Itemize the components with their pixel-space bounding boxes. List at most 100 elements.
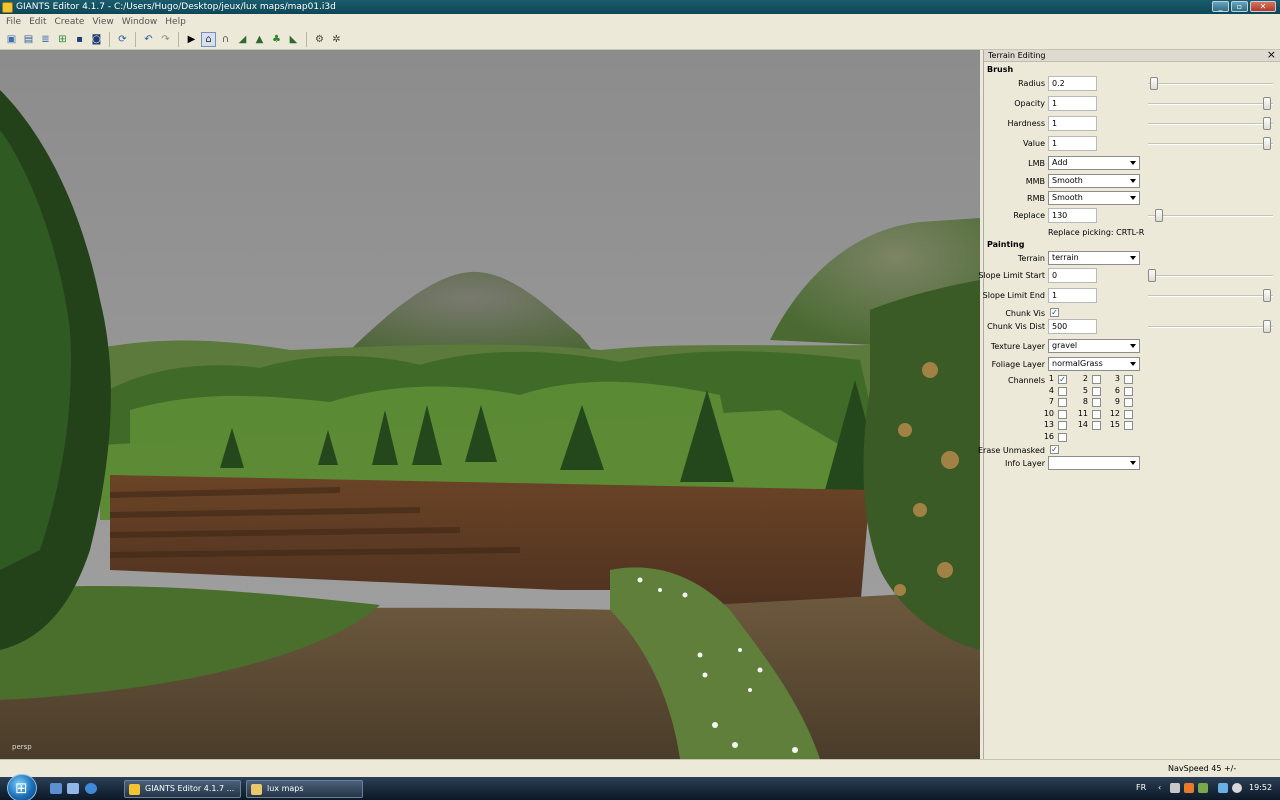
- network-icon[interactable]: [1170, 783, 1180, 793]
- channel-checkbox[interactable]: [1092, 375, 1101, 384]
- open-icon[interactable]: ▤: [21, 32, 36, 47]
- import-icon[interactable]: ⊞: [55, 32, 70, 47]
- menu-create[interactable]: Create: [51, 17, 89, 27]
- channel-checkbox[interactable]: [1058, 432, 1067, 442]
- slope-start-slider[interactable]: [1148, 268, 1273, 284]
- settings-icon[interactable]: ⚙: [312, 32, 327, 47]
- 3d-viewport[interactable]: persp: [0, 50, 980, 759]
- select-tool-icon[interactable]: ⌂: [201, 32, 216, 47]
- chevron-down-icon: [1130, 362, 1136, 366]
- texture-layer-value: gravel: [1052, 341, 1078, 350]
- channel-checkbox[interactable]: [1124, 409, 1133, 419]
- slider-thumb[interactable]: [1263, 117, 1271, 130]
- play-icon[interactable]: ▶: [184, 32, 199, 47]
- move-tool-icon[interactable]: ∩: [218, 32, 233, 47]
- channel-checkbox[interactable]: [1124, 421, 1133, 430]
- channel-checkbox[interactable]: [1124, 386, 1133, 396]
- foliage-layer-label: Foliage Layer: [991, 360, 1045, 369]
- channel-checkbox[interactable]: [1092, 398, 1101, 407]
- menu-help[interactable]: Help: [161, 17, 190, 27]
- tray-app2-icon[interactable]: [1198, 783, 1208, 793]
- value-label: Value: [1023, 139, 1045, 148]
- info-layer-label: Info Layer: [1005, 459, 1045, 468]
- tray-app-icon[interactable]: [1184, 783, 1194, 793]
- rmb-select[interactable]: Smooth: [1048, 191, 1140, 205]
- channel-checkbox[interactable]: [1058, 421, 1067, 430]
- new-icon[interactable]: ▣: [4, 32, 19, 47]
- slider-thumb[interactable]: [1263, 97, 1271, 110]
- texture-layer-select[interactable]: gravel: [1048, 339, 1140, 353]
- menu-edit[interactable]: Edit: [25, 17, 50, 27]
- tray-expand-icon[interactable]: ‹: [1158, 783, 1168, 793]
- task-giants-editor[interactable]: GIANTS Editor 4.1.7 ...: [124, 780, 241, 798]
- opacity-input[interactable]: 1: [1048, 96, 1097, 111]
- terrain-paint-icon[interactable]: ▲: [252, 32, 267, 47]
- value-input[interactable]: 1: [1048, 136, 1097, 151]
- channel-checkbox[interactable]: [1058, 398, 1067, 407]
- foliage-layer-select[interactable]: normalGrass: [1048, 357, 1140, 371]
- channel-checkbox[interactable]: [1092, 386, 1101, 396]
- channel-checkbox[interactable]: [1124, 375, 1133, 384]
- chunk-vis-dist-input[interactable]: 500: [1048, 319, 1097, 334]
- channel-number: 14: [1077, 420, 1088, 429]
- slider-thumb[interactable]: [1263, 320, 1271, 333]
- slope-end-input[interactable]: 1: [1048, 288, 1097, 303]
- taskbar: GIANTS Editor 4.1.7 ... lux maps FR ‹ 19…: [0, 774, 1280, 800]
- save-all-icon[interactable]: ◙: [89, 32, 104, 47]
- volume-icon[interactable]: [1232, 783, 1242, 793]
- list-icon[interactable]: ≣: [38, 32, 53, 47]
- hardness-slider[interactable]: [1148, 116, 1273, 132]
- channel-checkbox[interactable]: [1124, 398, 1133, 407]
- chunk-vis-dist-slider[interactable]: [1148, 319, 1273, 335]
- save-icon[interactable]: ▪: [72, 32, 87, 47]
- task-lux-maps[interactable]: lux maps: [246, 780, 363, 798]
- menu-view[interactable]: View: [88, 17, 117, 27]
- slider-thumb[interactable]: [1155, 209, 1163, 222]
- show-desktop-icon[interactable]: [50, 783, 62, 794]
- slope-end-slider[interactable]: [1148, 288, 1273, 304]
- slider-thumb[interactable]: [1263, 289, 1271, 302]
- value-slider[interactable]: [1148, 136, 1273, 152]
- minimize-icon[interactable]: _: [1212, 1, 1229, 12]
- channel-checkbox[interactable]: [1092, 409, 1101, 419]
- chunk-vis-checkbox[interactable]: ✓: [1050, 308, 1059, 317]
- radius-slider[interactable]: [1148, 76, 1273, 92]
- monitor-icon[interactable]: [1218, 783, 1228, 793]
- toolbar: ▣ ▤ ≣ ⊞ ▪ ◙ ⟳ ↶ ↷ ▶ ⌂ ∩ ◢ ▲ ♣ ◣ ⚙ ✲: [0, 30, 1280, 50]
- menu-window[interactable]: Window: [118, 17, 162, 27]
- language-indicator[interactable]: FR: [1136, 783, 1146, 792]
- switch-windows-icon[interactable]: [67, 783, 79, 794]
- undo-icon[interactable]: ↶: [141, 32, 156, 47]
- replace-slider[interactable]: [1148, 208, 1273, 224]
- slider-thumb[interactable]: [1263, 137, 1271, 150]
- maximize-icon[interactable]: ▫: [1231, 1, 1248, 12]
- slider-thumb[interactable]: [1150, 77, 1158, 90]
- terrain-select[interactable]: terrain: [1048, 251, 1140, 265]
- terrain-smooth-icon[interactable]: ◣: [286, 32, 301, 47]
- opacity-slider[interactable]: [1148, 96, 1273, 112]
- radius-input[interactable]: 0.2: [1048, 76, 1097, 91]
- texture-layer-label: Texture Layer: [990, 342, 1045, 351]
- redo-icon[interactable]: ↷: [158, 32, 173, 47]
- replace-input[interactable]: 130: [1048, 208, 1097, 223]
- hardness-input[interactable]: 1: [1048, 116, 1097, 131]
- settings2-icon[interactable]: ✲: [329, 32, 344, 47]
- lmb-select[interactable]: Add: [1048, 156, 1140, 170]
- foliage-paint-icon[interactable]: ♣: [269, 32, 284, 47]
- info-layer-select[interactable]: [1048, 456, 1140, 470]
- channel-checkbox[interactable]: [1058, 386, 1067, 396]
- close-icon[interactable]: ×: [1267, 49, 1276, 61]
- channel-checkbox[interactable]: [1092, 421, 1101, 430]
- slope-start-input[interactable]: 0: [1048, 268, 1097, 283]
- start-button[interactable]: [7, 774, 37, 800]
- close-icon[interactable]: ✕: [1250, 1, 1276, 12]
- slider-thumb[interactable]: [1148, 269, 1156, 282]
- refresh-icon[interactable]: ⟳: [115, 32, 130, 47]
- erase-unmasked-checkbox[interactable]: ✓: [1050, 445, 1059, 454]
- mmb-select[interactable]: Smooth: [1048, 174, 1140, 188]
- internet-explorer-icon[interactable]: [85, 783, 97, 794]
- channel-checkbox[interactable]: [1058, 409, 1067, 419]
- channel-checkbox[interactable]: ✓: [1058, 375, 1067, 384]
- menu-file[interactable]: File: [2, 17, 25, 27]
- terrain-sculpt-icon[interactable]: ◢: [235, 32, 250, 47]
